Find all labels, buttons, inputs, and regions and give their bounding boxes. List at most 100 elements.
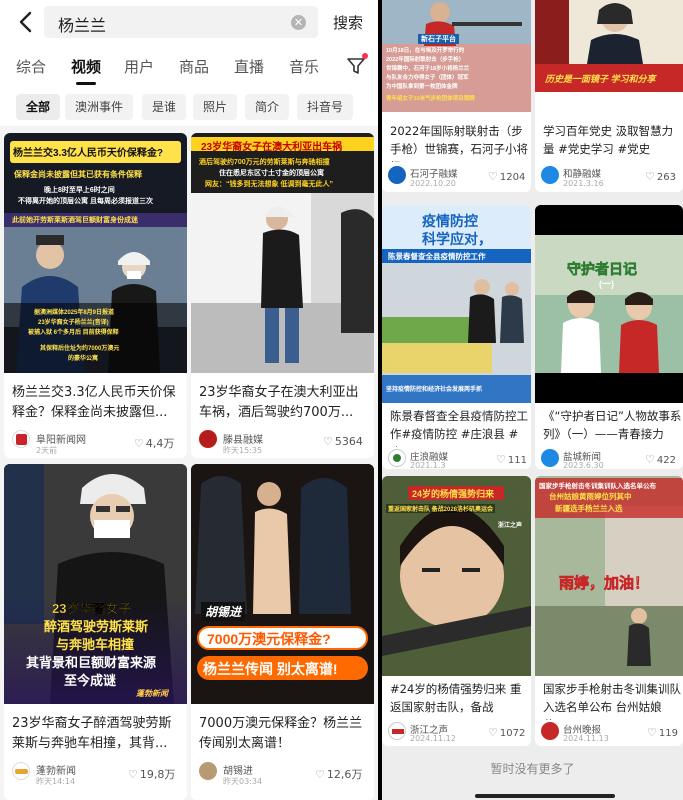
video-thumbnail: 国家步手枪射击冬训集训队入选名单公布 台州姑娘黄雨婷位列其中 新疆选手杨兰兰入选… — [535, 476, 683, 676]
heart-icon: ♡ — [496, 453, 506, 466]
video-card[interactable]: 杨兰兰交3.3亿人民币天价保释金? 保释金尚未披露但其已获有条件保释 晚上8时至… — [4, 133, 187, 458]
post-time: 2021.3.16 — [563, 179, 604, 188]
heart-icon: ♡ — [134, 437, 144, 450]
like-count[interactable]: ♡ 1072 — [488, 726, 525, 739]
author-name[interactable]: 石河子融媒 — [410, 166, 458, 180]
tab-user[interactable]: 用户 — [124, 56, 154, 77]
avatar[interactable] — [199, 430, 217, 448]
video-title[interactable]: 23岁华裔女子醉酒驾驶劳斯莱斯与奔驰车相撞，其背... — [12, 714, 182, 754]
video-title[interactable]: 陈景春督查全县疫情防控工作#疫情防控 #庄浪县 #疫... — [390, 407, 530, 447]
post-time: 2天前 — [36, 446, 58, 455]
heart-icon: ♡ — [488, 726, 498, 739]
video-card[interactable]: 疫情防控 科学应对， 陈景春督查全县疫情防控工作 坚持疫情防控和经济社会发展两手… — [382, 205, 531, 469]
post-time: 2022.10.20 — [410, 179, 456, 188]
chip-all[interactable]: 全部 — [16, 94, 61, 120]
chip-who[interactable]: 是谁 — [142, 94, 187, 120]
chip-australia-event[interactable]: 澳洲事件 — [65, 94, 134, 120]
chip-profile[interactable]: 简介 — [245, 94, 290, 120]
chip-douyin-id[interactable]: 抖音号 — [297, 94, 354, 120]
video-thumbnail: 胡锡进 7000万澳元保释金? 杨兰兰传闻 别太离谱! — [191, 464, 374, 704]
avatar[interactable] — [388, 722, 406, 740]
avatar[interactable] — [388, 449, 406, 467]
result-tabs: 综合 视频 用户 商品 直播 音乐 — [0, 44, 378, 90]
post-time: 2024.11.13 — [563, 734, 609, 743]
video-thumbnail: 疫情防控 科学应对， 陈景春督查全县疫情防控工作 坚持疫情防控和经济社会发展两手… — [382, 205, 531, 403]
left-screen: 杨兰兰 ✕ 搜索 综合 视频 用户 商品 直播 音乐 全部 澳洲事件 是谁 照片… — [0, 0, 378, 800]
video-card[interactable]: 历史是一面镜子 学习和分享 学习百年党史 汲取智慧力量 #党史学习 #党史 和静… — [535, 0, 683, 192]
tab-live[interactable]: 直播 — [234, 56, 264, 77]
heart-icon: ♡ — [128, 768, 138, 781]
tab-general[interactable]: 综合 — [16, 56, 46, 77]
author-name[interactable]: 滕县融媒 — [223, 431, 263, 446]
video-card[interactable]: 守护者日记 (一) 《“守护者日记”人物故事系列》（一）——青春接力 用... … — [535, 205, 683, 469]
video-title[interactable]: 国家步手枪射击冬训集训队入选名单公布 台州姑娘 黄... — [543, 680, 683, 720]
avatar[interactable] — [12, 762, 30, 780]
video-card[interactable]: 24岁的杨倩强势归来 重返国家射击队 备战2028洛杉矶奥运会 浙江之声 #24… — [382, 476, 531, 746]
post-time: 2021.1.3 — [410, 461, 446, 469]
chip-photos[interactable]: 照片 — [193, 94, 238, 120]
post-time: 2023.6.30 — [563, 461, 604, 469]
heart-icon: ♡ — [323, 435, 333, 448]
heart-icon: ♡ — [645, 170, 655, 183]
filter-icon[interactable] — [346, 56, 366, 76]
home-indicator[interactable] — [475, 794, 615, 798]
video-card[interactable]: 胡锡进 7000万澳元保释金? 杨兰兰传闻 别太离谱! 7000万澳元保释金？杨… — [191, 464, 374, 800]
heart-icon: ♡ — [315, 768, 325, 781]
video-title[interactable]: 《“守护者日记”人物故事系列》（一）——青春接力 用... — [543, 407, 683, 447]
no-more-results-text: 暂时没有更多了 — [490, 762, 575, 776]
video-thumbnail: 历史是一面镜子 学习和分享 — [535, 0, 683, 92]
post-time: 2024.11.12 — [410, 734, 456, 743]
avatar[interactable] — [541, 449, 559, 467]
video-title[interactable]: 杨兰兰交3.3亿人民币天价保释金？保释金尚未披露但... — [12, 383, 182, 423]
filter-chips: 全部 澳洲事件 是谁 照片 简介 抖音号 — [0, 90, 378, 126]
tab-video[interactable]: 视频 — [71, 56, 101, 77]
tab-goods[interactable]: 商品 — [179, 56, 209, 77]
post-time: 昨天03:34 — [223, 777, 263, 786]
video-title[interactable]: 学习百年党史 汲取智慧力量 #党史学习 #党史 — [543, 122, 683, 162]
like-count[interactable]: ♡ 422 — [645, 453, 676, 466]
right-screen: 10月18日，在与埃及开罗举行的 2022年国际射联射击（步手枪） 世锦赛中，石… — [382, 0, 683, 800]
tab-music[interactable]: 音乐 — [289, 56, 319, 77]
video-title[interactable]: 7000万澳元保释金？杨兰兰传闻别太离谱！ — [199, 714, 369, 754]
video-title[interactable]: 23岁华裔女子在澳大利亚出车祸，酒后驾驶约700万... — [199, 383, 369, 423]
post-time: 昨天15:35 — [223, 446, 263, 455]
like-count[interactable]: ♡ 5364 — [323, 435, 363, 448]
author-name[interactable]: 胡锡进 — [223, 762, 253, 777]
search-input[interactable]: 杨兰兰 ✕ — [44, 6, 318, 38]
back-arrow-icon[interactable] — [14, 8, 38, 36]
clear-icon[interactable]: ✕ — [291, 15, 306, 30]
video-thumbnail: 守护者日记 (一) — [535, 205, 683, 403]
video-thumbnail: 10月18日，在与埃及开罗举行的 2022年国际射联射击（步手枪） 世锦赛中，石… — [382, 0, 531, 112]
search-query: 杨兰兰 — [58, 16, 107, 35]
post-time: 昨天14:14 — [36, 777, 76, 786]
search-button[interactable]: 搜索 — [333, 12, 363, 33]
video-card[interactable]: 23岁华裔女子 醉酒驾驶劳斯莱斯 与奔驰车相撞 其背景和巨额财富来源 至今成谜 … — [4, 464, 187, 800]
author-name[interactable]: 和静融媒 — [563, 166, 601, 180]
avatar[interactable] — [12, 430, 30, 448]
author-name[interactable]: 阜阳新闻网 — [36, 431, 86, 446]
like-count[interactable]: ♡ 4,4万 — [134, 435, 174, 451]
author-name[interactable]: 蓬勃新闻 — [36, 762, 76, 777]
like-count[interactable]: ♡ 1204 — [488, 170, 525, 183]
like-count[interactable]: ♡ 19,8万 — [128, 766, 175, 782]
heart-icon: ♡ — [645, 453, 655, 466]
like-count[interactable]: ♡ 263 — [645, 170, 676, 183]
video-card[interactable]: 23岁华裔女子在澳大利亚出车祸 酒后驾驶约700万元的劳斯莱斯与奔驰相撞 住在悉… — [191, 133, 374, 458]
like-count[interactable]: ♡ 119 — [647, 726, 678, 739]
avatar[interactable] — [541, 166, 559, 184]
avatar[interactable] — [388, 166, 406, 184]
like-count[interactable]: ♡ 111 — [496, 453, 527, 466]
video-thumbnail: 24岁的杨倩强势归来 重返国家射击队 备战2028洛杉矶奥运会 浙江之声 — [382, 476, 531, 676]
video-title[interactable]: #24岁的杨倩强势归来 重返国家射击队，备战#2028... — [390, 680, 530, 720]
search-bar: 杨兰兰 ✕ 搜索 — [0, 0, 378, 44]
avatar[interactable] — [541, 722, 559, 740]
heart-icon: ♡ — [488, 170, 498, 183]
like-count[interactable]: ♡ 12,6万 — [315, 766, 362, 782]
avatar[interactable] — [199, 762, 217, 780]
video-card[interactable]: 10月18日，在与埃及开罗举行的 2022年国际射联射击（步手枪） 世锦赛中，石… — [382, 0, 531, 192]
active-tab-indicator — [76, 82, 96, 85]
video-card[interactable]: 国家步手枪射击冬训集训队入选名单公布 台州姑娘黄雨婷位列其中 新疆选手杨兰兰入选… — [535, 476, 683, 746]
video-thumbnail: 杨兰兰交3.3亿人民币天价保释金? 保释金尚未披露但其已获有条件保释 晚上8时至… — [4, 133, 187, 373]
video-title[interactable]: 2022年国际射联射击（步手枪）世锦赛，石河子小将杨... — [390, 122, 530, 162]
video-thumbnail: 23岁华裔女子在澳大利亚出车祸 酒后驾驶约700万元的劳斯莱斯与奔驰相撞 住在悉… — [191, 133, 374, 373]
